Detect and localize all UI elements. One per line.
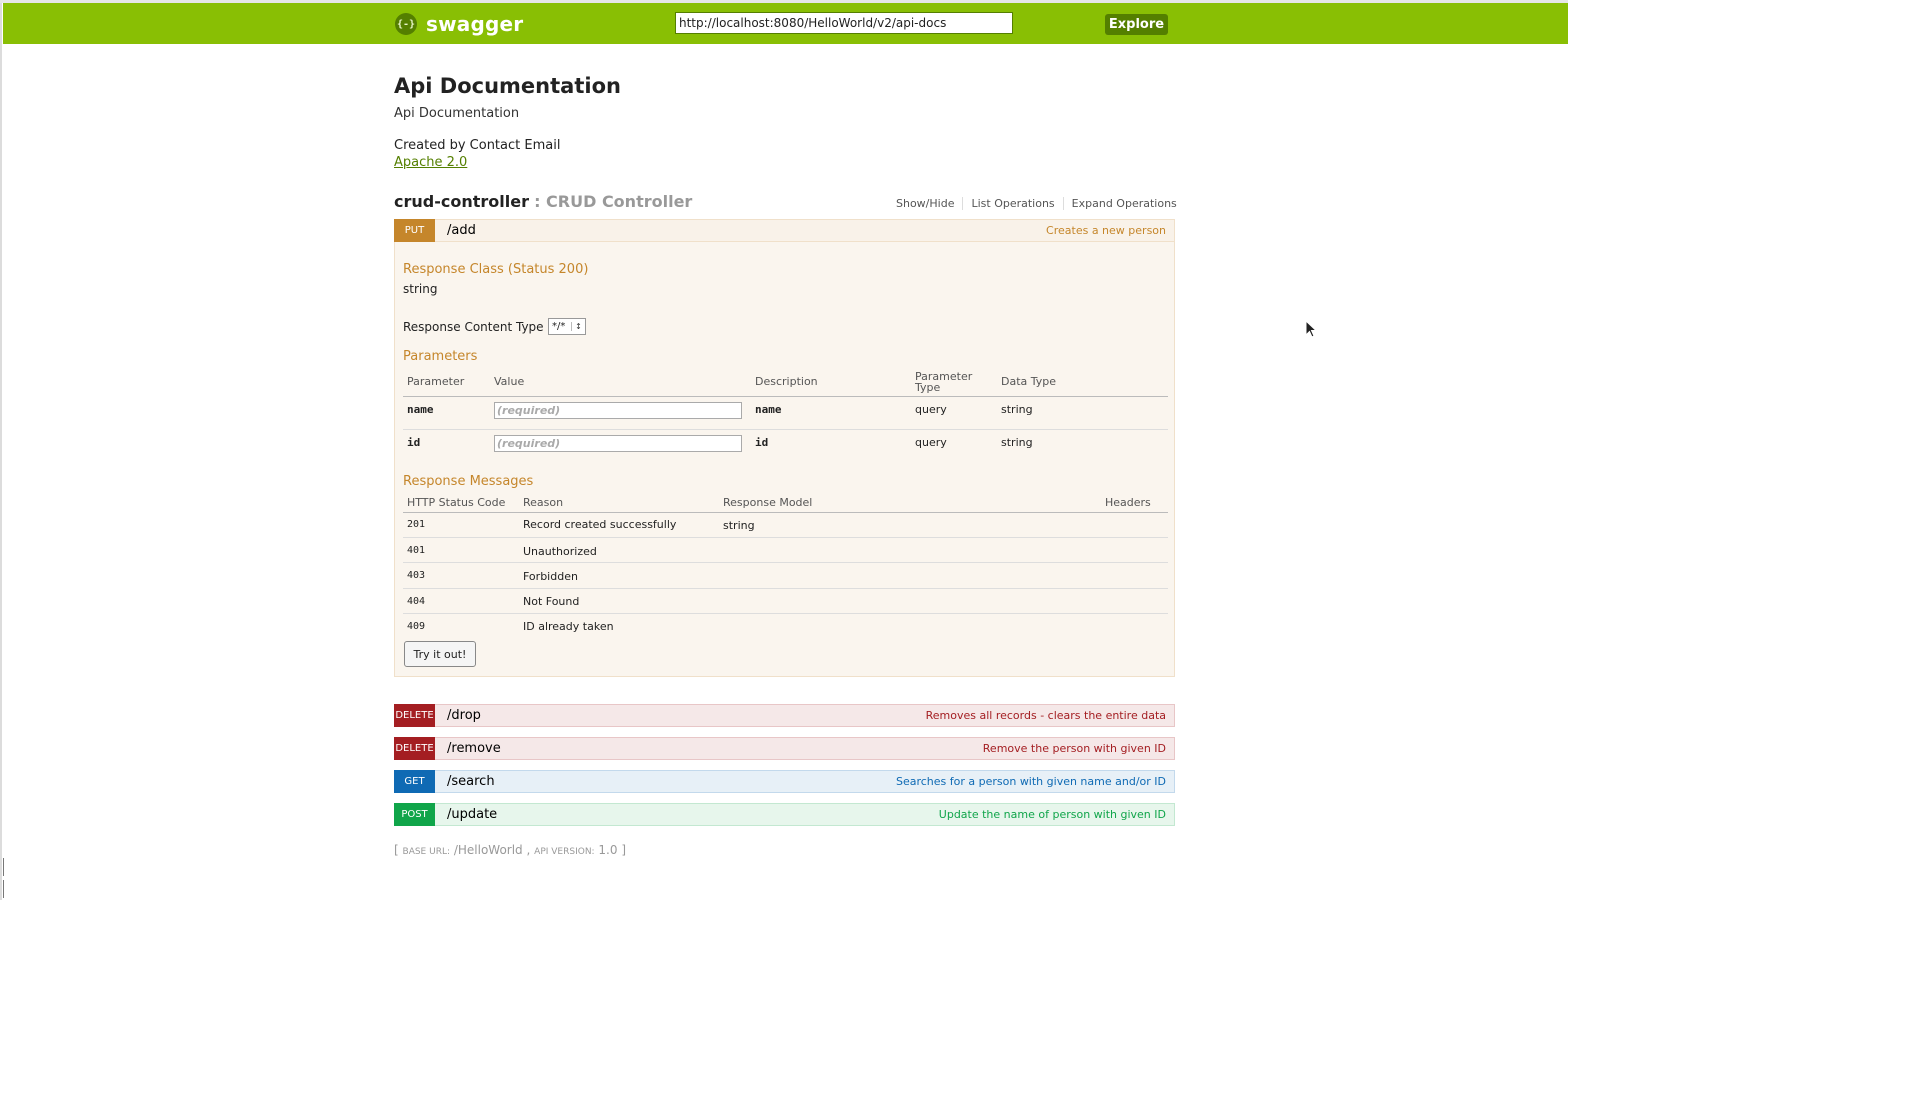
explore-button[interactable]: Explore (1105, 14, 1168, 35)
api-title: Api Documentation (394, 74, 621, 98)
param-description: id (755, 436, 769, 449)
param-header-description: Description (755, 375, 818, 388)
msg-reason: Not Found (523, 595, 580, 608)
footer-separator: , (526, 843, 531, 857)
param-header-type: Parameter Type (915, 370, 973, 394)
swagger-logo[interactable]: {-} swagger (395, 12, 524, 36)
operation-summary[interactable]: Searches for a person with given name an… (896, 775, 1166, 788)
content-type-value: */* (552, 321, 566, 332)
show-hide-link[interactable]: Show/Hide (888, 197, 964, 210)
param-name: name (407, 403, 434, 416)
content-type-select[interactable]: */* ↕ (548, 318, 586, 335)
parameters-heading: Parameters (403, 349, 478, 364)
param-header-parameter: Parameter (407, 375, 465, 388)
operation-put-add[interactable]: PUT /add Creates a new person (394, 219, 1175, 242)
param-data-type: string (1001, 436, 1033, 449)
api-url-input[interactable] (675, 12, 1013, 34)
msg-row-rule (403, 562, 1168, 563)
operation-path[interactable]: /update (447, 807, 497, 822)
operation-summary[interactable]: Update the name of person with given ID (939, 808, 1166, 821)
msg-header-model: Response Model (723, 496, 813, 509)
param-type: query (915, 403, 947, 416)
api-version-value: 1.0 (598, 843, 618, 857)
param-name: id (407, 436, 421, 449)
select-arrows-icon: ↕ (571, 322, 585, 331)
resource-options: Show/Hide List Operations Expand Operati… (888, 197, 1177, 210)
edge-mark (0, 880, 4, 898)
operation-path[interactable]: /search (447, 774, 495, 789)
msg-code: 404 (407, 596, 426, 607)
operation-delete-remove[interactable]: DELETE /remove Remove the person with gi… (394, 737, 1175, 760)
list-operations-link[interactable]: List Operations (963, 197, 1064, 210)
msg-row-rule (403, 588, 1168, 589)
msg-header-reason: Reason (523, 496, 564, 509)
swagger-header: {-} swagger Explore (3, 3, 1568, 44)
method-badge[interactable]: PUT (394, 219, 435, 242)
window-left-edge (0, 0, 2, 900)
param-description: name (755, 403, 782, 416)
footer-open-bracket: [ (394, 843, 399, 857)
param-data-type: string (1001, 403, 1033, 416)
param-type: query (915, 436, 947, 449)
resource-description: : CRUD Controller (534, 192, 693, 211)
operation-summary[interactable]: Removes all records - clears the entire … (926, 709, 1166, 722)
msg-header-status: HTTP Status Code (407, 496, 506, 509)
try-it-out-button[interactable]: Try it out! (404, 641, 476, 667)
operation-delete-drop[interactable]: DELETE /drop Removes all records - clear… (394, 704, 1175, 727)
base-url-value: /HelloWorld (453, 843, 523, 857)
response-class-value: string (403, 282, 438, 296)
msg-code: 201 (407, 519, 426, 530)
method-badge[interactable]: DELETE (394, 737, 435, 760)
method-badge[interactable]: POST (394, 803, 435, 826)
method-badge[interactable]: DELETE (394, 704, 435, 727)
license-link[interactable]: Apache 2.0 (394, 155, 467, 170)
api-contact: Created by Contact Email (394, 138, 561, 153)
method-badge[interactable]: GET (394, 770, 435, 793)
api-description: Api Documentation (394, 106, 520, 121)
resource-name[interactable]: crud-controller (394, 192, 529, 211)
edge-mark (0, 858, 4, 876)
msg-model: string (723, 519, 755, 532)
swagger-logo-icon: {-} (395, 13, 417, 35)
response-messages-heading: Response Messages (403, 474, 534, 489)
msg-reason: Unauthorized (523, 545, 597, 558)
msg-reason: Record created successfully (523, 518, 677, 531)
operation-summary[interactable]: Remove the person with given ID (983, 742, 1166, 755)
msg-reason: Forbidden (523, 570, 578, 583)
operation-path[interactable]: /drop (447, 708, 481, 723)
operation-get-search[interactable]: GET /search Searches for a person with g… (394, 770, 1175, 793)
msg-row-rule (403, 613, 1168, 614)
response-class-heading: Response Class (Status 200) (403, 262, 589, 277)
msg-header-rule (403, 512, 1168, 513)
expand-operations-link[interactable]: Expand Operations (1064, 197, 1177, 210)
base-url-label: base url: (402, 847, 450, 857)
msg-code: 409 (407, 621, 426, 632)
operation-content-put-add: Response Class (Status 200) string Respo… (394, 242, 1175, 677)
content-type-label: Response Content Type (403, 320, 544, 334)
msg-header-headers: Headers (1105, 496, 1151, 509)
api-footer: [ base url: /HelloWorld , api version: 1… (394, 843, 626, 857)
param-header-data-type: Data Type (1001, 375, 1057, 388)
msg-row-rule (403, 537, 1168, 538)
param-header-value: Value (494, 375, 525, 388)
operation-summary[interactable]: Creates a new person (1046, 224, 1166, 237)
msg-code: 401 (407, 545, 426, 556)
operation-path[interactable]: /add (447, 223, 476, 238)
operation-path[interactable]: /remove (447, 741, 501, 756)
mouse-cursor-icon (1305, 320, 1318, 338)
footer-close-bracket: ] (621, 843, 627, 857)
param-id-input[interactable] (494, 435, 742, 452)
param-header-rule (403, 396, 1168, 397)
msg-code: 403 (407, 570, 426, 581)
resource-heading[interactable]: crud-controller : CRUD Controller (394, 192, 692, 211)
operation-post-update[interactable]: POST /update Update the name of person w… (394, 803, 1175, 826)
msg-reason: ID already taken (523, 620, 614, 633)
param-name-input[interactable] (494, 402, 742, 419)
api-version-label: api version: (534, 847, 595, 857)
param-row-rule (403, 429, 1168, 430)
swagger-logo-text: swagger (426, 12, 524, 36)
